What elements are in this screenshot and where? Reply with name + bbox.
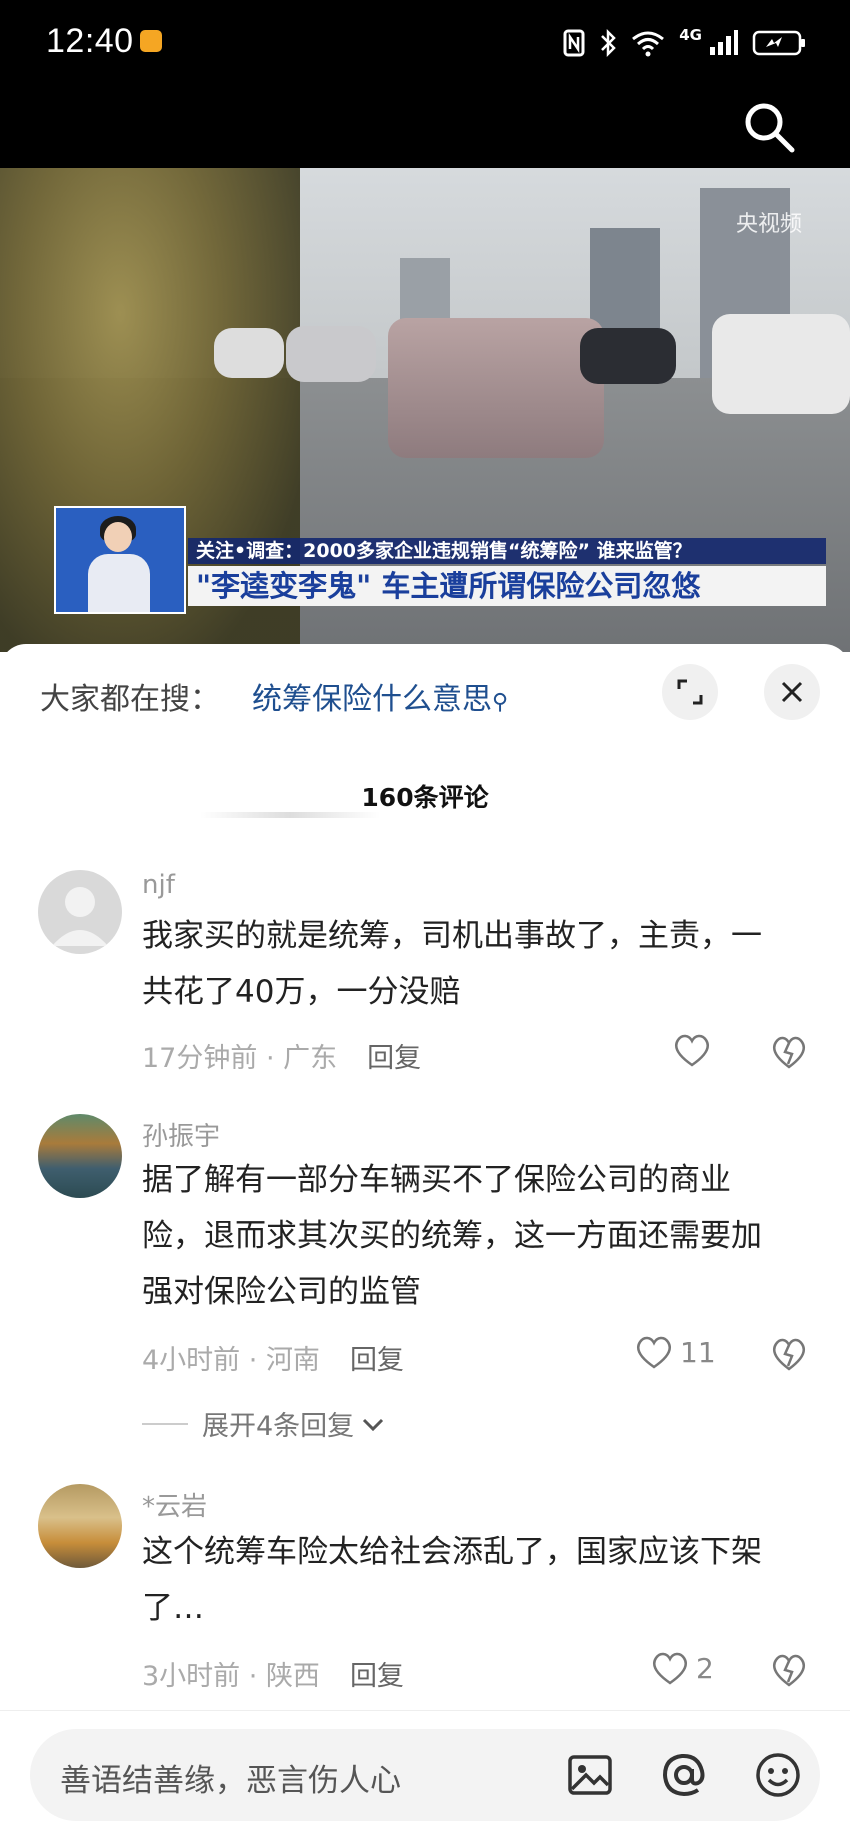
comment-location: 河南	[265, 1345, 320, 1376]
like-count: 11	[680, 1335, 716, 1369]
close-button[interactable]	[764, 664, 820, 720]
hot-search-link[interactable]: 统筹保险什么意思⚲	[252, 674, 508, 718]
heart-icon	[653, 1652, 687, 1685]
video-player[interactable]: 央视频 关注•调查：2000多家企业违规销售“统筹险” 谁来监管？ "李逵变李鬼…	[0, 168, 850, 652]
expand-icon	[677, 679, 703, 705]
comment-time: 4小时前	[142, 1345, 241, 1376]
comment-input[interactable]: 善语结善缘，恶言伤人心	[30, 1729, 820, 1821]
reply-button[interactable]: 回复	[367, 1043, 421, 1074]
status-time: 12:40	[46, 22, 134, 60]
video-car	[286, 326, 376, 382]
like-button[interactable]: 2	[650, 1650, 714, 1686]
battery-icon	[752, 30, 805, 56]
status-bar: 12:40 4G	[0, 0, 850, 84]
comment-count: 160条评论	[361, 783, 489, 812]
comment-user[interactable]: 孙振宇	[142, 1116, 220, 1153]
comment-user[interactable]: njf	[142, 870, 175, 900]
signal-icon	[710, 30, 738, 55]
avatar[interactable]	[38, 1114, 122, 1198]
status-icons: 4G	[563, 26, 806, 60]
video-watermark: 央视频	[735, 212, 802, 237]
expand-replies-button[interactable]: 展开4条回复	[142, 1404, 386, 1443]
like-count: 2	[696, 1651, 714, 1685]
search-small-icon: ⚲	[492, 690, 509, 715]
mention-icon[interactable]	[656, 1747, 712, 1803]
video-caption-main: "李逵变李鬼" 车主遭所谓保险公司忽悠	[188, 566, 826, 606]
dislike-icon[interactable]	[770, 1652, 808, 1688]
comment-text: 这个统筹车险太给社会添乱了，国家应该下架了…	[142, 1534, 762, 1626]
sign-language-interpreter	[54, 506, 186, 614]
avatar[interactable]	[38, 1484, 122, 1568]
heart-icon	[637, 1336, 671, 1369]
comment-meta: 3小时前 · 陕西 回复	[142, 1661, 404, 1692]
heart-icon	[675, 1034, 709, 1067]
like-button[interactable]	[672, 1032, 718, 1068]
comment-meta: 4小时前 · 河南 回复	[142, 1345, 404, 1376]
network-type: 4G	[679, 26, 702, 44]
close-icon	[781, 681, 803, 703]
app-notification-icon	[140, 30, 162, 52]
wifi-icon	[632, 31, 665, 57]
video-caption-top: 关注•调查：2000多家企业违规销售“统筹险” 谁来监管？	[188, 538, 826, 564]
search-icon[interactable]	[742, 100, 796, 154]
comment-sheet: 大家都在搜： 统筹保险什么意思⚲ 160条评论 njf 我家买的就是统筹，司机出…	[0, 644, 850, 1842]
video-car	[388, 318, 604, 458]
dislike-icon[interactable]	[770, 1034, 808, 1070]
comment-location: 陕西	[265, 1661, 320, 1692]
comment-user[interactable]: *云岩	[142, 1486, 207, 1523]
scroll-fade	[200, 812, 380, 818]
expand-button[interactable]	[662, 664, 718, 720]
video-car	[214, 328, 284, 378]
comment-location: 广东	[283, 1043, 338, 1074]
comment-time: 3小时前	[142, 1661, 241, 1692]
top-bar	[0, 84, 850, 168]
reply-button[interactable]: 回复	[350, 1345, 404, 1376]
dislike-icon[interactable]	[770, 1336, 808, 1372]
comment-meta: 17分钟前 · 广东 回复	[142, 1043, 422, 1074]
expand-replies-label: 展开4条回复	[202, 1411, 355, 1442]
emoji-icon[interactable]	[750, 1747, 806, 1803]
video-car	[712, 314, 850, 414]
comment-input-bar: 善语结善缘，恶言伤人心	[0, 1710, 850, 1843]
chevron-down-icon	[363, 1418, 384, 1431]
reply-button[interactable]: 回复	[350, 1661, 404, 1692]
hot-search-term: 统筹保险什么意思	[252, 682, 492, 717]
comment-text: 我家买的就是统筹，司机出事故了，主责，一共花了40万，一分没赔	[142, 918, 762, 1010]
nfc-icon	[563, 29, 585, 57]
image-icon[interactable]	[562, 1747, 618, 1803]
avatar[interactable]	[38, 870, 122, 954]
like-button[interactable]: 11	[634, 1334, 716, 1370]
comment-time: 17分钟前	[142, 1043, 258, 1074]
comment-text: 据了解有一部分车辆买不了保险公司的商业险，退而求其次买的统筹，这一方面还需要加强…	[142, 1162, 762, 1310]
hot-search-label: 大家都在搜：	[40, 682, 220, 717]
video-car	[580, 328, 676, 384]
comment-input-placeholder: 善语结善缘，恶言伤人心	[60, 1763, 401, 1799]
bluetooth-icon	[601, 28, 617, 58]
